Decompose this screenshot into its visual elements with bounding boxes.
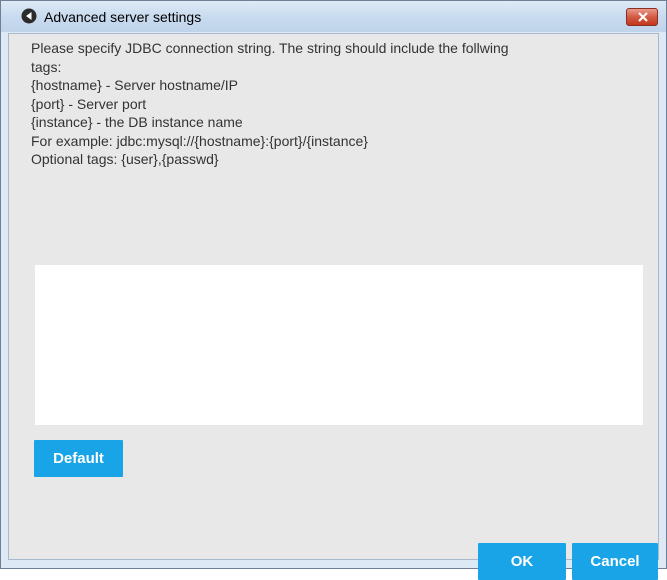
close-button[interactable] bbox=[626, 8, 658, 26]
instructions-line: {port} - Server port bbox=[31, 95, 147, 112]
instructions-line: {instance} - the DB instance name bbox=[31, 114, 243, 130]
title-bar[interactable]: Advanced server settings bbox=[1, 1, 666, 32]
instructions-line: Optional tags: {user},{passwd} bbox=[31, 151, 219, 167]
connection-string-input[interactable] bbox=[35, 265, 643, 425]
cancel-button[interactable]: Cancel bbox=[572, 543, 658, 580]
dialog-window: Advanced server settings Please specify … bbox=[0, 0, 667, 580]
instructions-line: {hostname} - Server hostname/IP bbox=[31, 77, 238, 93]
window-title: Advanced server settings bbox=[44, 9, 202, 25]
instructions-line: Please specify JDBC connection string. T… bbox=[31, 40, 509, 56]
instructions-line: tags: bbox=[31, 58, 62, 75]
close-icon bbox=[638, 12, 648, 22]
instructions-text: Please specify JDBC connection string. T… bbox=[31, 39, 641, 169]
ok-button[interactable]: OK bbox=[478, 543, 566, 580]
back-arrow-circle-icon bbox=[21, 8, 37, 24]
instructions-line: For example: jdbc:mysql://{hostname}:{po… bbox=[31, 132, 368, 149]
default-button[interactable]: Default bbox=[34, 440, 123, 477]
